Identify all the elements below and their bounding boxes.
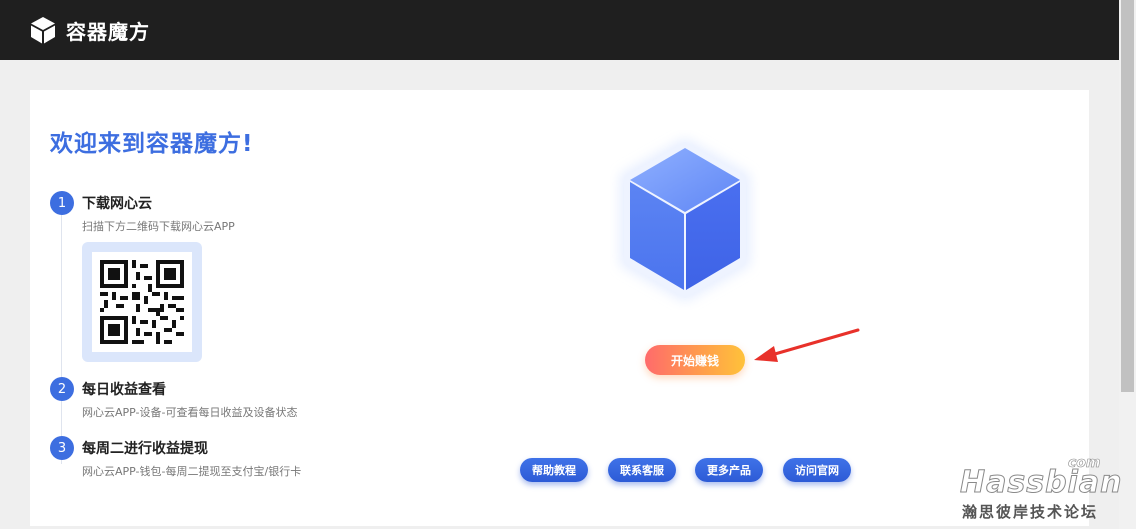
watermark-suffix: com xyxy=(1068,455,1101,472)
cube-logo-icon xyxy=(28,15,58,45)
cube-icon xyxy=(620,138,750,302)
watermark-cn-text: 瀚思彼岸技术论坛 xyxy=(962,503,1099,521)
scrollbar-thumb[interactable] xyxy=(1121,0,1134,392)
step-description: 网心云APP-设备-可查看每日收益及设备状态 xyxy=(82,406,298,419)
visit-website-button[interactable]: 访问官网 xyxy=(783,458,851,482)
qr-code-panel xyxy=(82,242,202,362)
qr-code-icon xyxy=(100,260,184,344)
steps-connector-line xyxy=(61,214,62,464)
step-number: 1 xyxy=(50,191,74,215)
welcome-title: 欢迎来到容器魔方! xyxy=(50,131,254,157)
step-description: 网心云APP-钱包-每周二提现至支付宝/银行卡 xyxy=(82,465,302,478)
main-card: 欢迎来到容器魔方! 1 下载网心云 扫描下方二维码下载网心云APP 2 每日收益… xyxy=(30,90,1089,526)
contact-support-button[interactable]: 联系客服 xyxy=(608,458,676,482)
step-number: 2 xyxy=(50,377,74,401)
step-description: 扫描下方二维码下载网心云APP xyxy=(82,220,235,233)
qr-code xyxy=(92,252,192,352)
cube-illustration xyxy=(610,130,760,310)
step-title: 每日收益查看 xyxy=(82,382,166,398)
forum-watermark: Hassbian com 瀚思彼岸技术论坛 xyxy=(958,455,1121,525)
step-number: 3 xyxy=(50,436,74,460)
more-products-button[interactable]: 更多产品 xyxy=(695,458,763,482)
app-header: 容器魔方 xyxy=(0,0,1119,60)
help-tutorial-button[interactable]: 帮助教程 xyxy=(520,458,588,482)
step-title: 下载网心云 xyxy=(82,196,152,212)
app-title: 容器魔方 xyxy=(66,19,150,44)
red-arrow-icon xyxy=(754,328,860,362)
start-earning-button[interactable]: 开始赚钱 xyxy=(645,345,745,375)
vertical-scrollbar[interactable] xyxy=(1119,0,1136,529)
step-title: 每周二进行收益提现 xyxy=(82,441,208,457)
